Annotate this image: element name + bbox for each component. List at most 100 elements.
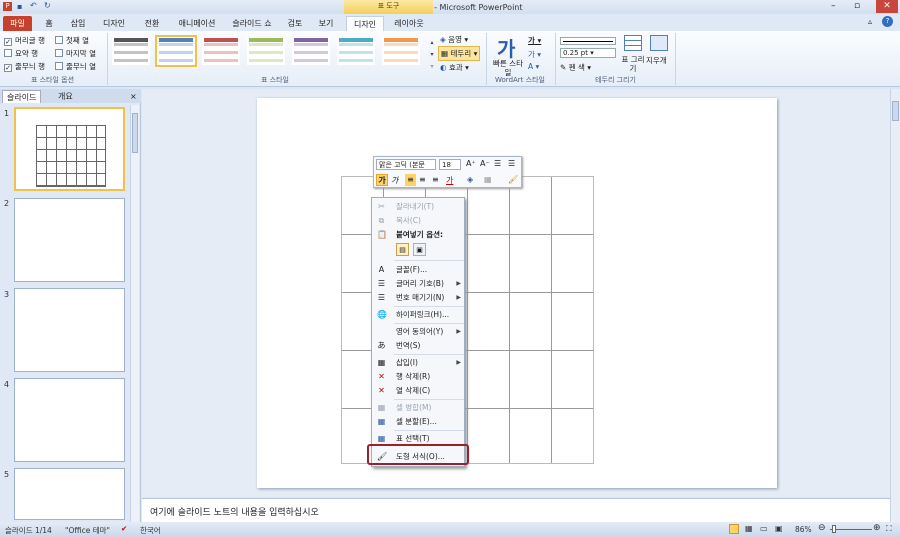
tab-review[interactable]: 검토: [282, 16, 308, 31]
draw-table-button[interactable]: 표 그리기: [620, 55, 646, 73]
menu-item-delete-rows[interactable]: ✕ 행 삭제(R): [372, 370, 466, 383]
decrease-indent-icon[interactable]: ☰: [494, 159, 501, 168]
table-style-swatch[interactable]: [382, 37, 420, 65]
zoom-in-icon[interactable]: ⊕: [873, 523, 881, 533]
tab-table-design[interactable]: 디자인: [346, 16, 384, 31]
tab-animations[interactable]: 애니메이션: [172, 16, 222, 31]
tab-slides[interactable]: 슬라이드: [2, 90, 42, 103]
tab-file[interactable]: 파일: [3, 16, 32, 31]
status-theme[interactable]: "Office 테마": [65, 525, 110, 536]
zoom-level[interactable]: 86%: [795, 525, 812, 534]
font-color-icon[interactable]: 가: [446, 175, 453, 186]
text-outline-button[interactable]: 가 ▾: [528, 49, 541, 60]
text-effects-button[interactable]: A ▾: [528, 62, 539, 71]
notes-pane[interactable]: 여기에 슬라이드 노트의 내용을 입력하십시오: [142, 498, 890, 522]
option-banded-rows[interactable]: ✓ 줄무늬 행: [4, 61, 45, 72]
menu-item-copy[interactable]: ⧉ 복사(C): [372, 214, 466, 227]
table-style-swatch[interactable]: [202, 37, 240, 65]
text-fill-button[interactable]: 가 ▾: [528, 35, 541, 46]
eraser-icon[interactable]: [650, 35, 668, 51]
status-language[interactable]: 한국어: [140, 525, 161, 536]
slides-pane-scrollbar[interactable]: [130, 105, 139, 522]
shading-button[interactable]: ◈ 음영 ▾: [440, 34, 468, 45]
help-icon[interactable]: ?: [882, 16, 893, 27]
slide-thumbnail-1[interactable]: [14, 107, 125, 191]
menu-item-cut[interactable]: ✂ 잘라내기(T): [372, 200, 466, 213]
shape-fill-icon[interactable]: ◈: [467, 175, 473, 184]
paste-picture-icon[interactable]: ▣: [413, 243, 426, 256]
borders-icon[interactable]: ▦: [484, 175, 492, 184]
fit-to-window-icon[interactable]: ⛶: [886, 524, 892, 534]
gallery-scroll[interactable]: ▴ ▾ ▿: [428, 37, 436, 73]
merge-cells-icon: ▦: [377, 403, 386, 412]
zoom-slider-thumb[interactable]: [832, 525, 836, 533]
menu-item-translate[interactable]: あ 번역(S): [372, 339, 466, 352]
menu-item-delete-columns[interactable]: ✕ 열 삭제(C): [372, 384, 466, 397]
pen-weight-dropdown[interactable]: 0.25 pt ▾: [560, 48, 616, 58]
table-style-swatch[interactable]: [247, 37, 285, 65]
font-size-dropdown[interactable]: 18: [439, 159, 461, 170]
italic-button[interactable]: 가: [391, 175, 398, 186]
wordart-quick-styles-icon[interactable]: 가: [497, 33, 515, 62]
borders-button[interactable]: ▦ 테두리 ▾: [438, 46, 481, 61]
grow-font-icon[interactable]: A⁺: [466, 159, 476, 168]
spellcheck-icon[interactable]: ✔: [121, 524, 127, 533]
slide-thumbnail-4[interactable]: [14, 378, 125, 462]
slide-thumbnail-3[interactable]: [14, 288, 125, 372]
zoom-out-icon[interactable]: ⊖: [818, 523, 826, 533]
menu-item-synonyms[interactable]: 영어 동의어(Y) ▶: [372, 325, 466, 338]
tab-view[interactable]: 보기: [313, 16, 339, 31]
table-style-swatch[interactable]: [112, 37, 150, 65]
option-banded-columns[interactable]: 줄무늬 열: [55, 61, 96, 72]
tab-design[interactable]: 디자인: [96, 16, 132, 31]
ribbon-collapse-icon[interactable]: ▵: [868, 17, 872, 26]
reading-view-icon[interactable]: ▭: [760, 524, 768, 533]
slide-thumbnail-2[interactable]: [14, 198, 125, 282]
tab-home[interactable]: 홈: [38, 16, 60, 31]
menu-item-numbering[interactable]: ☰ 번호 매기기(N) ▶: [372, 291, 466, 304]
option-first-column[interactable]: 첫째 열: [55, 35, 89, 46]
edit-area-scrollbar[interactable]: [890, 89, 900, 522]
option-header-row[interactable]: ✓ 머리글 행: [4, 35, 45, 46]
slide-sorter-icon[interactable]: ▦: [745, 524, 753, 533]
minimize-icon[interactable]: –: [831, 1, 836, 11]
slide-thumbnail-5[interactable]: [14, 468, 125, 520]
table-style-swatch[interactable]: [292, 37, 330, 65]
font-name-dropdown[interactable]: 맑은 고딕 (본문: [376, 159, 436, 170]
menu-item-insert[interactable]: ▦ 삽입(I) ▶: [372, 356, 466, 369]
effects-button[interactable]: ◐ 효과 ▾: [440, 62, 469, 73]
draw-table-icon[interactable]: [624, 35, 642, 51]
normal-view-icon[interactable]: [729, 524, 739, 534]
bold-button[interactable]: 가: [376, 174, 388, 186]
menu-item-hyperlink[interactable]: 🌐 하이퍼링크(H)...: [372, 308, 466, 321]
tab-slideshow[interactable]: 슬라이드 쇼: [226, 16, 278, 31]
align-left-icon[interactable]: ≡: [405, 174, 416, 186]
pane-close-icon[interactable]: ×: [126, 90, 141, 103]
zoom-slider[interactable]: [830, 529, 872, 530]
slideshow-view-icon[interactable]: ▣: [775, 524, 783, 533]
table-style-swatch[interactable]: [155, 35, 197, 67]
pen-style-dropdown[interactable]: [560, 37, 616, 45]
pen-color-button[interactable]: ✎ 펜 색 ▾: [560, 62, 591, 73]
maximize-icon[interactable]: ▫: [854, 1, 860, 11]
option-last-column[interactable]: 마지막 열: [55, 48, 96, 59]
close-icon[interactable]: ✕: [876, 0, 898, 13]
shrink-font-icon[interactable]: A⁻: [480, 159, 490, 168]
tab-insert[interactable]: 삽입: [64, 16, 92, 31]
menu-item-font[interactable]: A 글꼴(F)...: [372, 263, 466, 276]
tab-transitions[interactable]: 전환: [137, 16, 167, 31]
menu-item-bullets[interactable]: ☰ 글머리 기호(B) ▶: [372, 277, 466, 290]
menu-item-paste-options: 📋 붙여넣기 옵션:: [377, 230, 444, 239]
eraser-button[interactable]: 지우개: [646, 55, 667, 66]
menu-item-split-cells[interactable]: ▦ 셀 분할(E)...: [372, 415, 466, 428]
menu-item-merge-cells[interactable]: ▦ 셀 병합(M): [372, 401, 466, 414]
table-style-swatch[interactable]: [337, 37, 375, 65]
paste-keep-source-icon[interactable]: ▤: [396, 243, 409, 256]
align-right-icon[interactable]: ≡: [432, 175, 439, 184]
align-center-icon[interactable]: ≡: [419, 175, 426, 184]
format-painter-icon[interactable]: 🖌: [508, 175, 518, 184]
increase-indent-icon[interactable]: ☰: [508, 159, 515, 168]
option-total-row[interactable]: 요약 행: [4, 48, 38, 59]
tab-outline[interactable]: 개요: [54, 90, 77, 103]
tab-table-layout[interactable]: 레이아웃: [388, 16, 430, 31]
